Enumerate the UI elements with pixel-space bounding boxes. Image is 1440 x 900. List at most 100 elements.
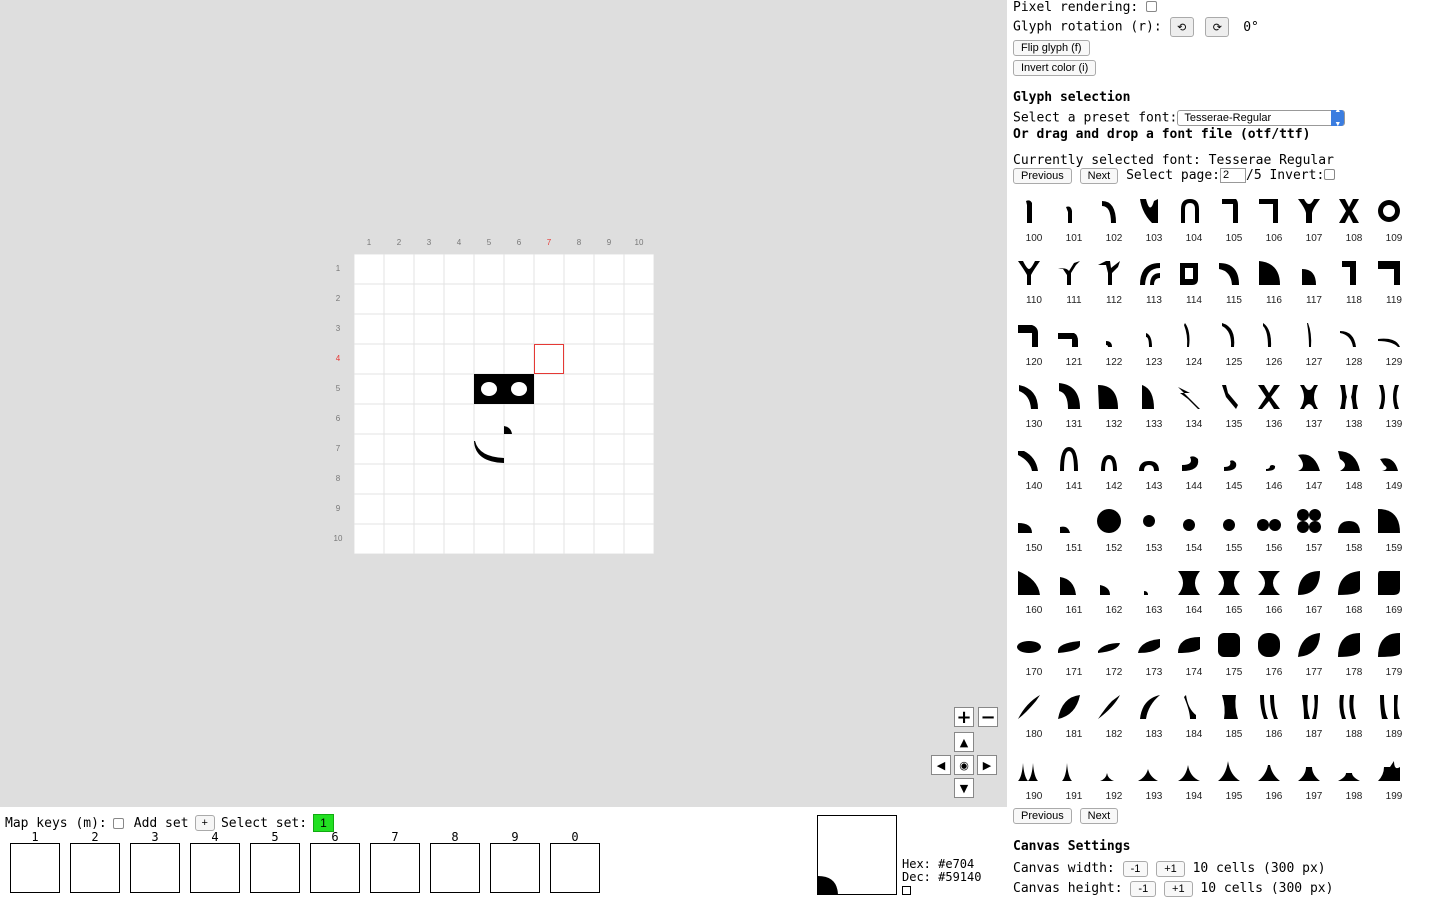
glyph-cell[interactable]: 104 bbox=[1174, 193, 1214, 255]
glyph-cell[interactable]: 163 bbox=[1134, 565, 1174, 627]
glyph-cell[interactable]: 193 bbox=[1134, 751, 1174, 813]
glyph-cell[interactable]: 153 bbox=[1134, 503, 1174, 565]
glyph-cell[interactable]: 176 bbox=[1254, 627, 1294, 689]
glyph-cell[interactable]: 184 bbox=[1174, 689, 1214, 751]
canvas-height-minus-button[interactable]: -1 bbox=[1130, 881, 1157, 897]
glyph-slot[interactable] bbox=[190, 843, 240, 893]
pan-down-button[interactable]: ▼ bbox=[954, 778, 974, 798]
glyph-cell[interactable]: 199 bbox=[1374, 751, 1414, 813]
glyph-cell[interactable]: 172 bbox=[1094, 627, 1134, 689]
glyph-cell[interactable]: 194 bbox=[1174, 751, 1214, 813]
glyph-cell[interactable]: 122 bbox=[1094, 317, 1134, 379]
glyph-cell[interactable]: 111 bbox=[1054, 255, 1094, 317]
invert-checkbox[interactable] bbox=[1324, 169, 1336, 180]
glyph-cell[interactable]: 126 bbox=[1254, 317, 1294, 379]
glyph-cell[interactable]: 139 bbox=[1374, 379, 1414, 441]
glyph-cell[interactable]: 178 bbox=[1334, 627, 1374, 689]
pan-left-button[interactable]: ◀ bbox=[931, 755, 951, 775]
glyph-cell[interactable]: 197 bbox=[1294, 751, 1334, 813]
glyph-slot[interactable] bbox=[550, 843, 600, 893]
glyph-cell[interactable]: 189 bbox=[1374, 689, 1414, 751]
glyph-cell[interactable]: 158 bbox=[1334, 503, 1374, 565]
canvas-height-plus-button[interactable]: +1 bbox=[1164, 881, 1193, 897]
glyph-cell[interactable]: 149 bbox=[1374, 441, 1414, 503]
next-page-button[interactable]: Next bbox=[1079, 168, 1119, 184]
zoom-in-button[interactable]: + bbox=[954, 707, 974, 728]
glyph-cell[interactable]: 109 bbox=[1374, 193, 1414, 255]
canvas-width-minus-button[interactable]: -1 bbox=[1122, 861, 1149, 877]
glyph-cell[interactable]: 157 bbox=[1294, 503, 1334, 565]
glyph-cell[interactable]: 144 bbox=[1174, 441, 1214, 503]
glyph-cell[interactable]: 175 bbox=[1214, 627, 1254, 689]
glyph-cell[interactable]: 152 bbox=[1094, 503, 1134, 565]
glyph-slot[interactable] bbox=[130, 843, 180, 893]
glyph-cell[interactable]: 133 bbox=[1134, 379, 1174, 441]
placed-glyph-dot[interactable] bbox=[504, 426, 512, 434]
grid-svg[interactable] bbox=[354, 254, 654, 554]
glyph-cell[interactable]: 103 bbox=[1134, 193, 1174, 255]
glyph-cell[interactable]: 186 bbox=[1254, 689, 1294, 751]
pan-up-button[interactable]: ▲ bbox=[954, 732, 974, 752]
glyph-cell[interactable]: 105 bbox=[1214, 193, 1254, 255]
glyph-cell[interactable]: 195 bbox=[1214, 751, 1254, 813]
glyph-cell[interactable]: 154 bbox=[1174, 503, 1214, 565]
preset-font-select[interactable]: Tesserae-Regular ▲ ▼ bbox=[1177, 107, 1346, 128]
glyph-cell[interactable]: 177 bbox=[1294, 627, 1334, 689]
glyph-cell[interactable]: 167 bbox=[1294, 565, 1334, 627]
glyph-cell[interactable]: 145 bbox=[1214, 441, 1254, 503]
placed-glyph-eye-left[interactable] bbox=[474, 374, 504, 404]
glyph-cell[interactable]: 168 bbox=[1334, 565, 1374, 627]
glyph-cell[interactable]: 120 bbox=[1014, 317, 1054, 379]
glyph-cell[interactable]: 160 bbox=[1014, 565, 1054, 627]
glyph-cell[interactable]: 198 bbox=[1334, 751, 1374, 813]
glyph-cell[interactable]: 123 bbox=[1134, 317, 1174, 379]
glyph-cell[interactable]: 117 bbox=[1294, 255, 1334, 317]
rotate-cw-button[interactable]: ⟳ bbox=[1205, 17, 1230, 37]
glyph-cell[interactable]: 130 bbox=[1014, 379, 1054, 441]
glyph-cell[interactable]: 161 bbox=[1054, 565, 1094, 627]
glyph-cell[interactable]: 124 bbox=[1174, 317, 1214, 379]
glyph-cell[interactable]: 185 bbox=[1214, 689, 1254, 751]
glyph-slot[interactable] bbox=[310, 843, 360, 893]
glyph-cell[interactable]: 136 bbox=[1254, 379, 1294, 441]
glyph-cell[interactable]: 164 bbox=[1174, 565, 1214, 627]
glyph-cell[interactable]: 146 bbox=[1254, 441, 1294, 503]
glyph-cell[interactable]: 190 bbox=[1014, 751, 1054, 813]
glyph-cell[interactable]: 141 bbox=[1054, 441, 1094, 503]
glyph-cell[interactable]: 150 bbox=[1014, 503, 1054, 565]
glyph-slot[interactable] bbox=[10, 843, 60, 893]
glyph-cell[interactable]: 183 bbox=[1134, 689, 1174, 751]
glyph-cell[interactable]: 134 bbox=[1174, 379, 1214, 441]
glyph-cell[interactable]: 147 bbox=[1294, 441, 1334, 503]
glyph-cell[interactable]: 143 bbox=[1134, 441, 1174, 503]
invert-color-button[interactable]: Invert color (i) bbox=[1013, 60, 1097, 76]
glyph-cell[interactable]: 170 bbox=[1014, 627, 1054, 689]
glyph-cell[interactable]: 156 bbox=[1254, 503, 1294, 565]
add-set-button[interactable]: + bbox=[194, 815, 215, 831]
glyph-slot[interactable] bbox=[70, 843, 120, 893]
glyph-cell[interactable]: 127 bbox=[1294, 317, 1334, 379]
canvas-width-plus-button[interactable]: +1 bbox=[1156, 861, 1185, 877]
glyph-cell[interactable]: 173 bbox=[1134, 627, 1174, 689]
canvas-area[interactable]: 1 2 3 4 5 6 7 8 9 10 1 2 3 4 5 6 7 8 9 10 + − ▲ ◀ ◉ ▶ ▼ bbox=[0, 0, 1007, 807]
glyph-cell[interactable]: 179 bbox=[1374, 627, 1414, 689]
glyph-cell[interactable]: 112 bbox=[1094, 255, 1134, 317]
glyph-cell[interactable]: 151 bbox=[1054, 503, 1094, 565]
cursor-cell[interactable] bbox=[534, 344, 564, 374]
glyph-cell[interactable]: 100 bbox=[1014, 193, 1054, 255]
glyph-slot[interactable] bbox=[250, 843, 300, 893]
glyph-cell[interactable]: 155 bbox=[1214, 503, 1254, 565]
flip-glyph-button[interactable]: Flip glyph (f) bbox=[1013, 40, 1090, 56]
glyph-cell[interactable]: 166 bbox=[1254, 565, 1294, 627]
glyph-slot[interactable] bbox=[430, 843, 480, 893]
glyph-cell[interactable]: 106 bbox=[1254, 193, 1294, 255]
glyph-cell[interactable]: 132 bbox=[1094, 379, 1134, 441]
preview-checkbox[interactable] bbox=[902, 886, 911, 895]
glyph-cell[interactable]: 140 bbox=[1014, 441, 1054, 503]
glyph-cell[interactable]: 171 bbox=[1054, 627, 1094, 689]
pan-right-button[interactable]: ▶ bbox=[977, 755, 997, 775]
glyph-cell[interactable]: 137 bbox=[1294, 379, 1334, 441]
glyph-cell[interactable]: 182 bbox=[1094, 689, 1134, 751]
rotate-ccw-button[interactable]: ⟲ bbox=[1169, 17, 1194, 37]
glyph-cell[interactable]: 181 bbox=[1054, 689, 1094, 751]
